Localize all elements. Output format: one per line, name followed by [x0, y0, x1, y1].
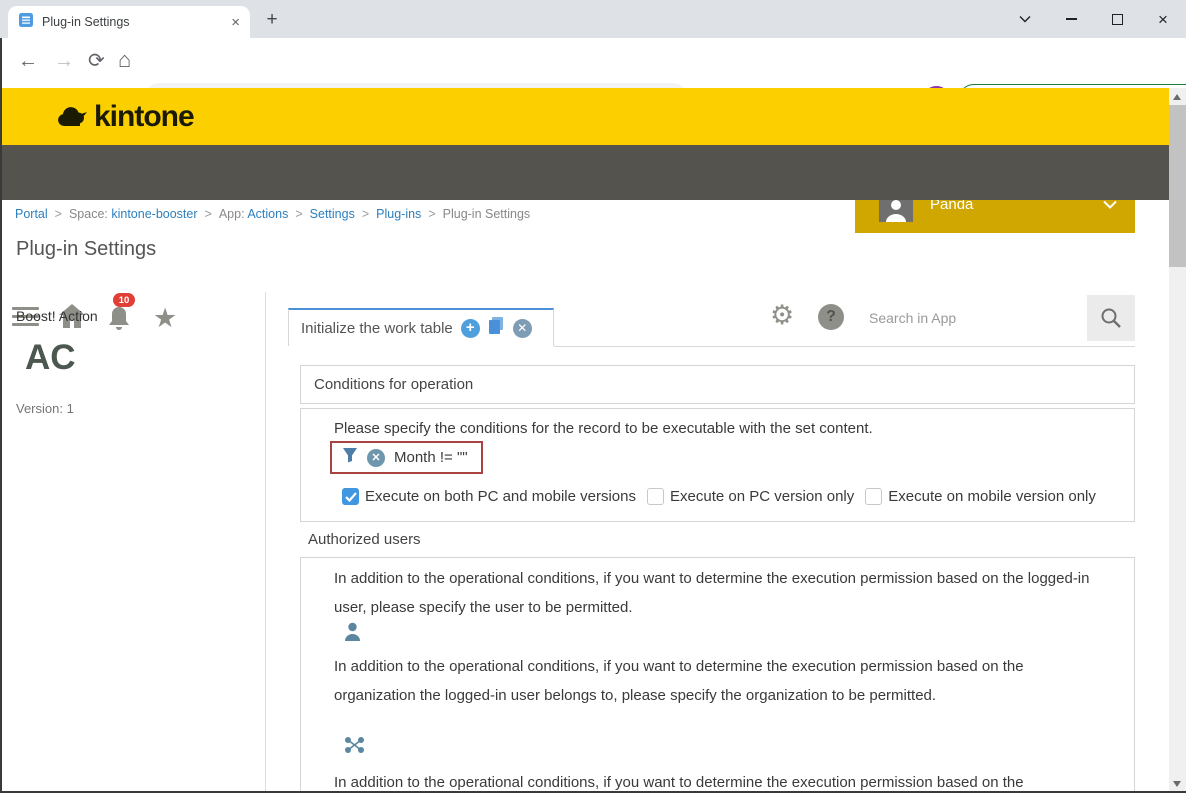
scrollbar-down-arrow-icon[interactable] [1173, 781, 1181, 787]
plugin-version: Version: 1 [16, 401, 74, 416]
breadcrumb-portal[interactable]: Portal [15, 207, 48, 221]
home-button[interactable]: ⌂ [118, 47, 131, 73]
plugin-abbreviation: AC [25, 338, 76, 378]
add-user-icon[interactable] [344, 622, 361, 646]
checkbox-both-versions-label[interactable]: Execute on both PC and mobile versions [365, 488, 636, 505]
authorized-org-paragraph: In addition to the operational condition… [334, 652, 1106, 710]
breadcrumb-current: Plug-in Settings [443, 207, 531, 221]
search-icon [1099, 306, 1123, 330]
kintone-toolbar: 10 ★ ⚙ ? [0, 145, 1186, 200]
tab-search-chevron-icon[interactable] [1002, 0, 1048, 38]
app-search-box[interactable] [855, 295, 1087, 341]
plugin-name: Boost! Action [16, 308, 98, 324]
filter-condition-box[interactable]: ✕ Month != "" [330, 441, 483, 474]
kintone-header: kintone Panda [0, 88, 1186, 145]
browser-toolbar: ← → ⟳ ⌂ pandafirm.cybozu.com/k/admin/app… [0, 38, 1186, 88]
checkbox-mobile-only-label[interactable]: Execute on mobile version only [888, 488, 1096, 505]
work-table-tab[interactable]: Initialize the work table + ✕ [288, 308, 554, 346]
conditions-section-body: Please specify the conditions for the re… [300, 408, 1135, 522]
browser-tab[interactable]: Plug-in Settings × [8, 6, 250, 38]
kintone-logo[interactable]: kintone [54, 100, 194, 134]
kintone-cloud-icon [54, 104, 90, 130]
new-tab-button[interactable]: + [260, 8, 284, 32]
window-close-button[interactable]: × [1140, 0, 1186, 38]
window-maximize-button[interactable] [1094, 0, 1140, 38]
authorized-user-paragraph: In addition to the operational condition… [334, 564, 1106, 622]
breadcrumb-app-prefix: App: [219, 207, 248, 221]
help-icon[interactable]: ? [818, 304, 844, 330]
tab-favicon-icon [18, 12, 34, 33]
notification-badge: 10 [113, 293, 135, 307]
copy-tab-icon[interactable] [488, 316, 505, 340]
remove-filter-icon[interactable]: ✕ [367, 449, 385, 467]
forward-button[interactable]: → [54, 50, 74, 73]
authorized-users-header: Authorized users [308, 531, 421, 548]
kintone-logo-text: kintone [94, 100, 194, 134]
favorites-star-icon[interactable]: ★ [153, 303, 177, 334]
close-tab-icon[interactable]: ✕ [513, 319, 532, 338]
window-minimize-button[interactable] [1048, 0, 1094, 38]
add-organization-icon[interactable] [344, 736, 365, 759]
scrollbar-thumb[interactable] [1169, 105, 1186, 267]
sidebar-divider [265, 292, 266, 793]
breadcrumb-space[interactable]: kintone-booster [111, 207, 197, 221]
reload-button[interactable]: ⟳ [88, 48, 105, 73]
authorized-third-paragraph: In addition to the operational condition… [334, 768, 1124, 793]
checkbox-mobile-only[interactable] [865, 488, 882, 505]
checkbox-pc-only[interactable] [647, 488, 664, 505]
filter-icon[interactable] [342, 447, 358, 468]
tab-title: Plug-in Settings [42, 15, 231, 29]
breadcrumb-space-prefix: Space: [69, 207, 111, 221]
back-button[interactable]: ← [18, 50, 38, 73]
breadcrumb-plugins[interactable]: Plug-ins [376, 207, 421, 221]
notifications-bell-icon[interactable] [107, 305, 131, 331]
page-title: Plug-in Settings [16, 238, 156, 261]
browser-tab-strip: Plug-in Settings × + × [0, 0, 1186, 38]
breadcrumb: Portal>Space: kintone-booster>App: Actio… [15, 207, 530, 221]
add-tab-icon[interactable]: + [461, 319, 480, 338]
search-input[interactable] [855, 295, 1087, 341]
checkbox-pc-only-label[interactable]: Execute on PC version only [670, 488, 854, 505]
work-table-tab-label: Initialize the work table [301, 320, 453, 337]
checkbox-both-versions[interactable] [342, 488, 359, 505]
filter-condition-text: Month != "" [394, 449, 468, 466]
settings-gear-icon[interactable]: ⚙ [770, 302, 794, 329]
window-frame-left [0, 38, 2, 793]
breadcrumb-app[interactable]: Actions [247, 207, 288, 221]
search-button[interactable] [1087, 295, 1135, 341]
scrollbar-up-arrow-icon[interactable] [1173, 94, 1181, 100]
tab-row-divider [554, 346, 1135, 347]
breadcrumb-settings[interactable]: Settings [310, 207, 355, 221]
page-scrollbar[interactable] [1169, 88, 1186, 793]
conditions-instruction: Please specify the conditions for the re… [334, 420, 873, 437]
authorized-users-body: In addition to the operational condition… [300, 557, 1135, 793]
execution-checkbox-row: Execute on both PC and mobile versions E… [342, 488, 1107, 505]
conditions-section-header: Conditions for operation [300, 365, 1135, 404]
tab-close-icon[interactable]: × [231, 15, 240, 30]
